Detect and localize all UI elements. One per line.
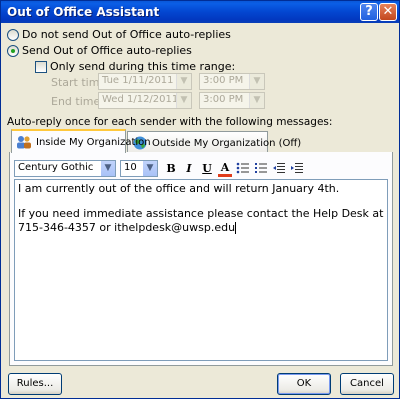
send-label[interactable]: Send Out of Office auto-replies: [22, 44, 192, 57]
start-time-picker[interactable]: 3:00 PM ▼: [199, 73, 265, 90]
rules-button[interactable]: Rules...: [8, 373, 62, 395]
time-range-checkbox[interactable]: [35, 61, 47, 73]
chevron-down-icon: ▼: [249, 93, 264, 108]
font-color-button[interactable]: A: [218, 161, 232, 177]
message-line-2: If you need immediate assistance please …: [18, 207, 384, 220]
numbering-button[interactable]: [254, 161, 268, 177]
tab-inside-label: Inside My Organization: [36, 137, 151, 148]
end-date-picker[interactable]: Wed 1/12/2011 ▼: [98, 92, 192, 109]
time-range-label[interactable]: Only send during this time range:: [50, 60, 235, 73]
help-button[interactable]: ?: [360, 3, 378, 21]
chevron-down-icon: ▼: [176, 74, 191, 89]
chevron-down-icon: ▼: [142, 161, 157, 176]
chevron-down-icon: ▼: [100, 161, 115, 176]
end-time-value: 3:00 PM: [203, 94, 244, 105]
font-size-select[interactable]: 10 ▼: [120, 160, 158, 177]
message-line-1: I am currently out of the office and wil…: [18, 182, 340, 195]
tab-inside-organization[interactable]: Inside My Organization: [11, 129, 151, 153]
increase-indent-icon: [291, 163, 303, 173]
chevron-down-icon: ▼: [249, 74, 264, 89]
cancel-button[interactable]: Cancel: [340, 373, 394, 395]
text-caret: [235, 222, 237, 234]
bullets-icon: [236, 162, 249, 174]
decrease-indent-button[interactable]: [272, 161, 286, 177]
window-title: Out of Office Assistant: [7, 5, 160, 19]
start-date-value: Tue 1/11/2011: [102, 75, 174, 86]
bold-button[interactable]: B: [164, 161, 178, 177]
out-of-office-dialog: Out of Office Assistant ? ✕ Do not send …: [0, 0, 400, 399]
start-date-picker[interactable]: Tue 1/11/2011 ▼: [98, 73, 192, 90]
people-icon: [16, 135, 32, 149]
close-button[interactable]: ✕: [379, 3, 397, 21]
bullets-button[interactable]: [236, 161, 250, 177]
underline-button[interactable]: U: [200, 161, 214, 177]
italic-button[interactable]: I: [182, 161, 196, 177]
chevron-down-icon: ▼: [176, 93, 191, 108]
font-size-value: 10: [124, 162, 137, 173]
formatting-toolbar: Century Gothic ▼ 10 ▼ B I U A: [14, 160, 386, 180]
do-not-send-label[interactable]: Do not send Out of Office auto-replies: [22, 28, 231, 41]
tab-panel: Century Gothic ▼ 10 ▼ B I U A I am curre…: [9, 152, 393, 366]
send-radio[interactable]: [7, 45, 19, 57]
decrease-indent-icon: [273, 163, 285, 173]
autoreply-caption: Auto-reply once for each sender with the…: [7, 116, 333, 128]
end-time-picker[interactable]: 3:00 PM ▼: [199, 92, 265, 109]
end-time-label: End time:: [51, 95, 104, 108]
font-family-select[interactable]: Century Gothic ▼: [14, 160, 116, 177]
message-line-3: 715-346-4357 or ithelpdesk@uwsp.edu: [18, 221, 236, 234]
numbering-icon: [255, 163, 267, 173]
tab-outside-label: Outside My Organization (Off): [152, 138, 302, 149]
end-date-value: Wed 1/12/2011: [102, 94, 179, 105]
do-not-send-radio[interactable]: [7, 29, 19, 41]
title-bar[interactable]: Out of Office Assistant ? ✕: [1, 1, 399, 23]
ok-button[interactable]: OK: [277, 373, 331, 395]
message-editor[interactable]: I am currently out of the office and wil…: [14, 179, 388, 361]
start-time-value: 3:00 PM: [203, 75, 244, 86]
increase-indent-button[interactable]: [290, 161, 304, 177]
font-family-value: Century Gothic: [18, 162, 94, 173]
